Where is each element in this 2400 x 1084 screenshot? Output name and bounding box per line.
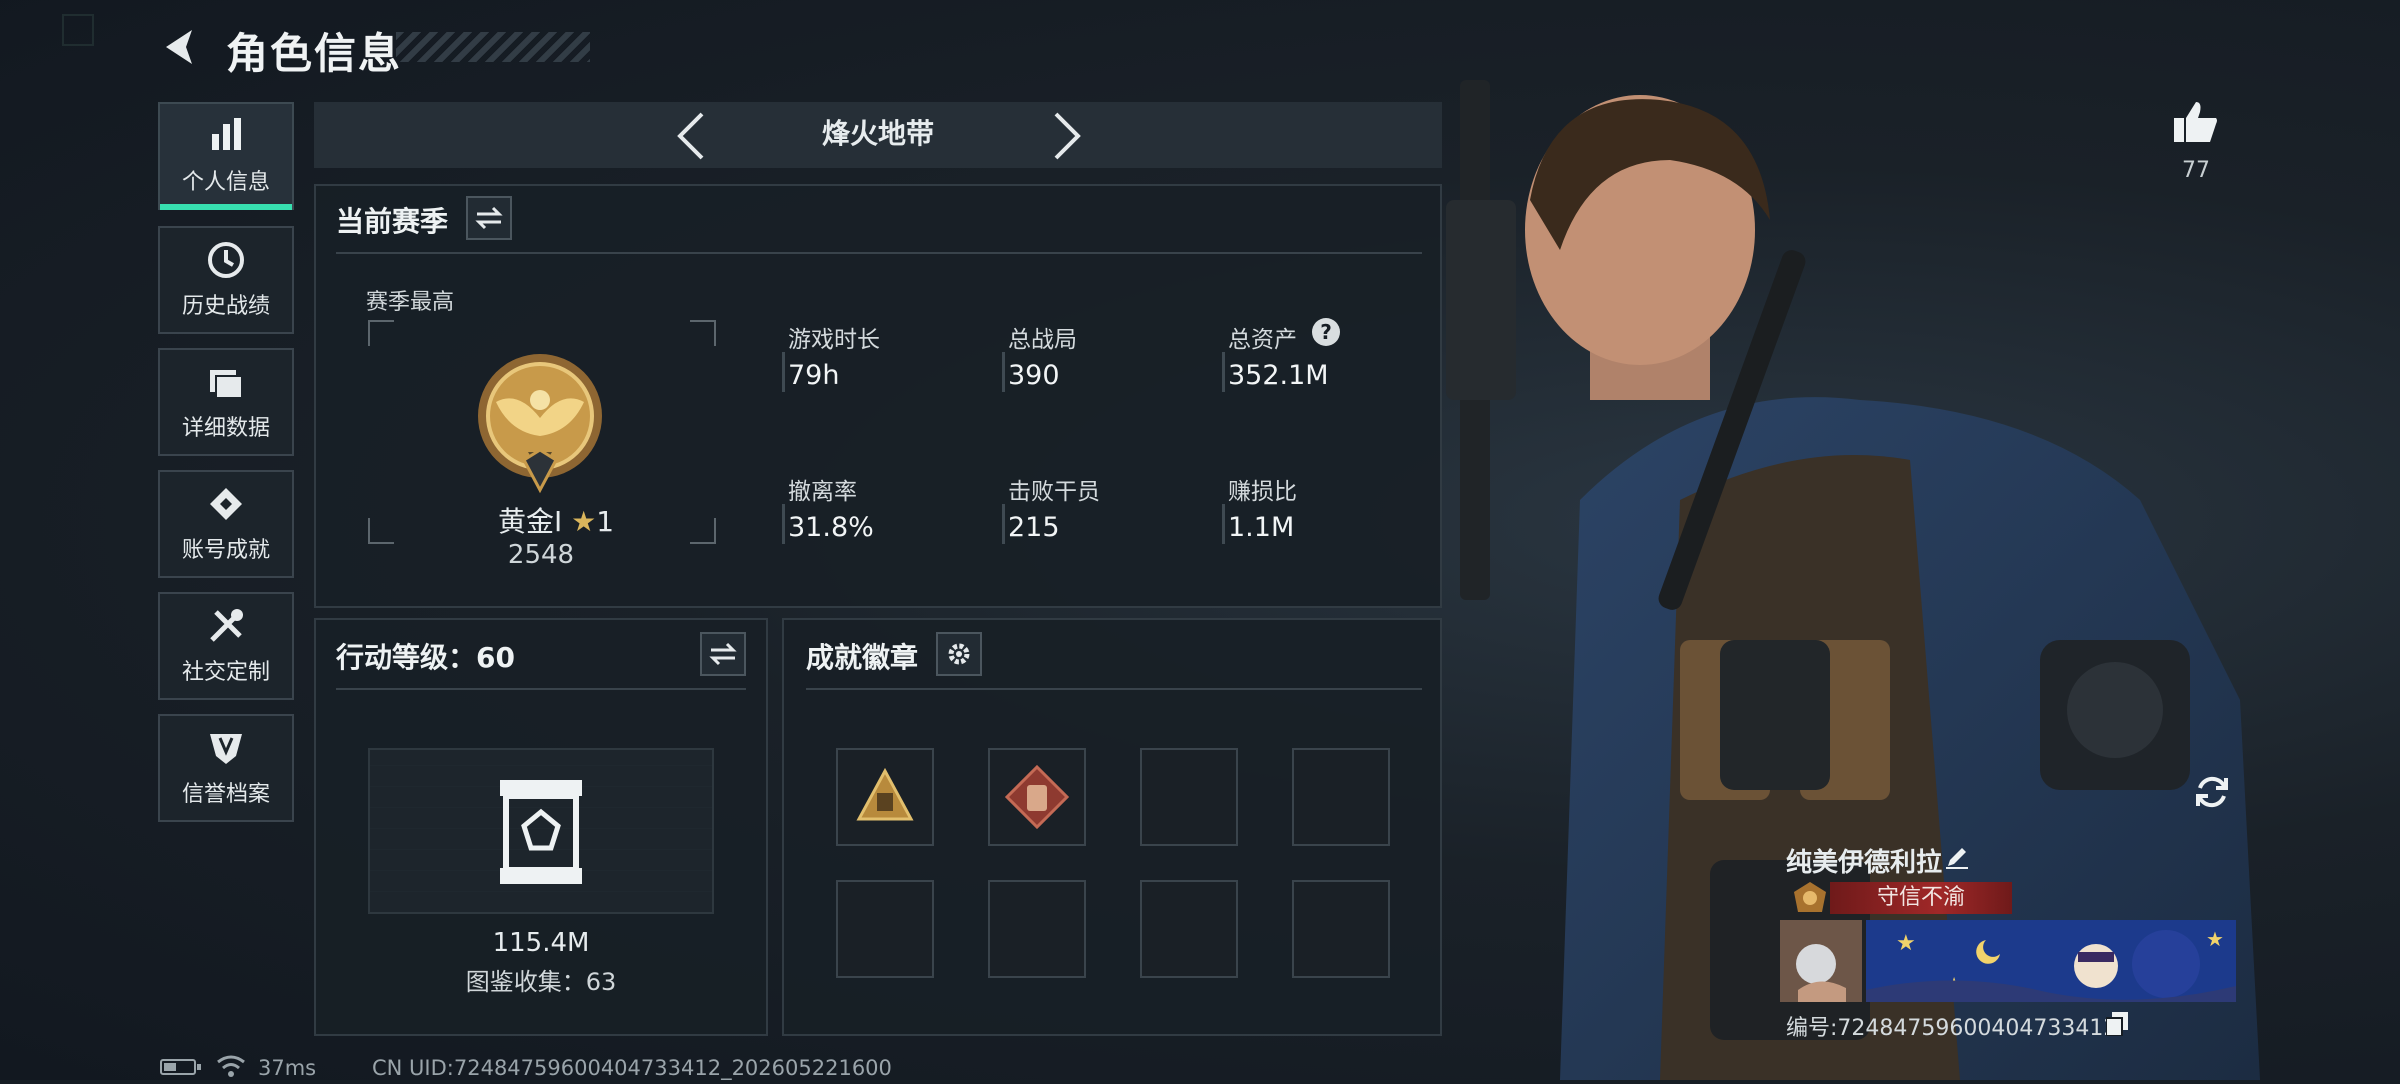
divider (806, 688, 1422, 690)
badge-slot-empty[interactable] (1140, 748, 1238, 846)
sidebar-item-social[interactable]: 社交定制 (158, 592, 294, 700)
divider (336, 688, 746, 690)
asset-value: 115.4M (492, 928, 590, 958)
wifi-icon (216, 1054, 246, 1078)
title-decoration (396, 32, 590, 62)
stat-value: 31.8% (788, 512, 874, 543)
sidebar-item-label: 社交定制 (181, 660, 270, 685)
name-card-banner: ★ ★ ★ (1866, 920, 2236, 1002)
rank-line: 黄金I ★1 (476, 500, 636, 540)
achievement-icon (210, 488, 242, 520)
stat-label: 击败干员 (1008, 479, 1100, 505)
like-count: 77 (2182, 158, 2210, 183)
frame-corner (690, 320, 716, 346)
collection-count: 图鉴收集：63 (465, 968, 617, 996)
title-emblem-icon (1790, 880, 1830, 916)
badge-slot-empty[interactable] (988, 880, 1086, 978)
rank-stars: 1 (596, 505, 615, 538)
stat-label: 赚损比 (1228, 479, 1297, 505)
stat-label: 总资产 (1228, 327, 1297, 353)
badge-slot[interactable] (836, 748, 934, 846)
folder-icon (210, 370, 243, 399)
sidebar-item-label: 个人信息 (181, 170, 270, 195)
sidebar-item-achievements[interactable]: 账号成就 (158, 470, 294, 578)
copy-icon[interactable] (2105, 1012, 2128, 1037)
player-id: 编号:72484759600404733412 (1786, 1016, 2118, 1041)
season-switch-button[interactable] (466, 196, 512, 240)
ping-text: 37ms (258, 1056, 317, 1080)
sidebar-item-label: 信誉档案 (181, 782, 270, 807)
sidebar-item-personal-info[interactable]: 个人信息 (158, 102, 294, 210)
thumbs-up-icon[interactable] (2172, 98, 2220, 146)
frame-corner (368, 518, 394, 544)
refresh-icon[interactable] (2190, 770, 2234, 814)
svg-text:★: ★ (1896, 931, 1916, 956)
rank-score: 2548 (507, 540, 575, 570)
pyramid-badge-icon (856, 767, 914, 821)
star-icon: ★ (571, 505, 597, 538)
gear-icon (948, 643, 970, 665)
stat-separator (782, 352, 785, 392)
stat-label: 总战局 (1008, 327, 1077, 353)
svg-text:★: ★ (2206, 927, 2224, 951)
shield-icon (210, 734, 242, 764)
stat-separator (1222, 352, 1225, 392)
swap-icon (709, 642, 737, 666)
sidebar-item-detailed-data[interactable]: 详细数据 (158, 348, 294, 456)
stat-separator (1002, 352, 1005, 392)
next-mode-arrow-icon[interactable] (1046, 110, 1086, 162)
page-title: 角色信息 (226, 29, 403, 78)
season-best-label: 赛季最高 (366, 290, 455, 315)
mode-label: 烽火地带 (821, 117, 934, 150)
rank-name: 黄金I (497, 505, 563, 538)
player-name: 纯美伊德利拉 (1786, 848, 1943, 878)
sidebar-item-label: 历史战绩 (181, 294, 270, 319)
tools-icon (210, 609, 243, 642)
stat-separator (1222, 504, 1225, 544)
stat-label: 游戏时长 (788, 327, 880, 353)
title-tag: 守信不渝 (1830, 882, 2012, 914)
swap-icon (475, 206, 503, 230)
achievement-title: 成就徽章 (806, 641, 919, 674)
badge-slot[interactable] (988, 748, 1086, 846)
sidebar-item-credit[interactable]: 信誉档案 (158, 714, 294, 822)
stat-separator (782, 504, 785, 544)
edit-icon[interactable] (1944, 844, 1970, 870)
back-arrow-icon[interactable] (160, 26, 202, 68)
stat-value: 1.1M (1228, 512, 1295, 543)
help-icon[interactable]: ? (1312, 318, 1340, 346)
action-level-title: 行动等级：60 (336, 641, 515, 674)
stat-value: 352.1M (1228, 360, 1329, 391)
stat-value: 79h (788, 360, 840, 391)
frame-corner (690, 518, 716, 544)
sidebar-item-history[interactable]: 历史战绩 (158, 226, 294, 334)
badge-slot-empty[interactable] (836, 880, 934, 978)
stat-separator (1002, 504, 1005, 544)
stat-label: 撤离率 (788, 479, 857, 505)
divider (336, 252, 1422, 254)
season-title: 当前赛季 (336, 205, 449, 238)
corner-decoration (62, 14, 94, 46)
battery-icon (160, 1058, 202, 1076)
avatar[interactable] (1780, 920, 1862, 1002)
badge-slot-empty[interactable] (1292, 880, 1390, 978)
gold-rank-emblem-icon (470, 340, 610, 500)
bar-chart-icon (212, 118, 241, 150)
badge-slot-empty[interactable] (1292, 748, 1390, 846)
frame-corner (368, 320, 394, 346)
stat-value: 390 (1008, 360, 1060, 391)
uid-text: CN UID:72484759600404733412_202605221600 (372, 1056, 892, 1080)
action-level-switch-button[interactable] (700, 632, 746, 676)
sidebar-item-label: 账号成就 (181, 538, 270, 563)
level-badge-icon (496, 776, 586, 888)
stat-value: 215 (1008, 512, 1060, 543)
vest-badge-icon (1005, 765, 1069, 829)
sidebar-item-label: 详细数据 (181, 416, 270, 441)
badge-slot-empty[interactable] (1140, 880, 1238, 978)
achievement-settings-button[interactable] (936, 632, 982, 676)
clock-icon (208, 242, 244, 278)
